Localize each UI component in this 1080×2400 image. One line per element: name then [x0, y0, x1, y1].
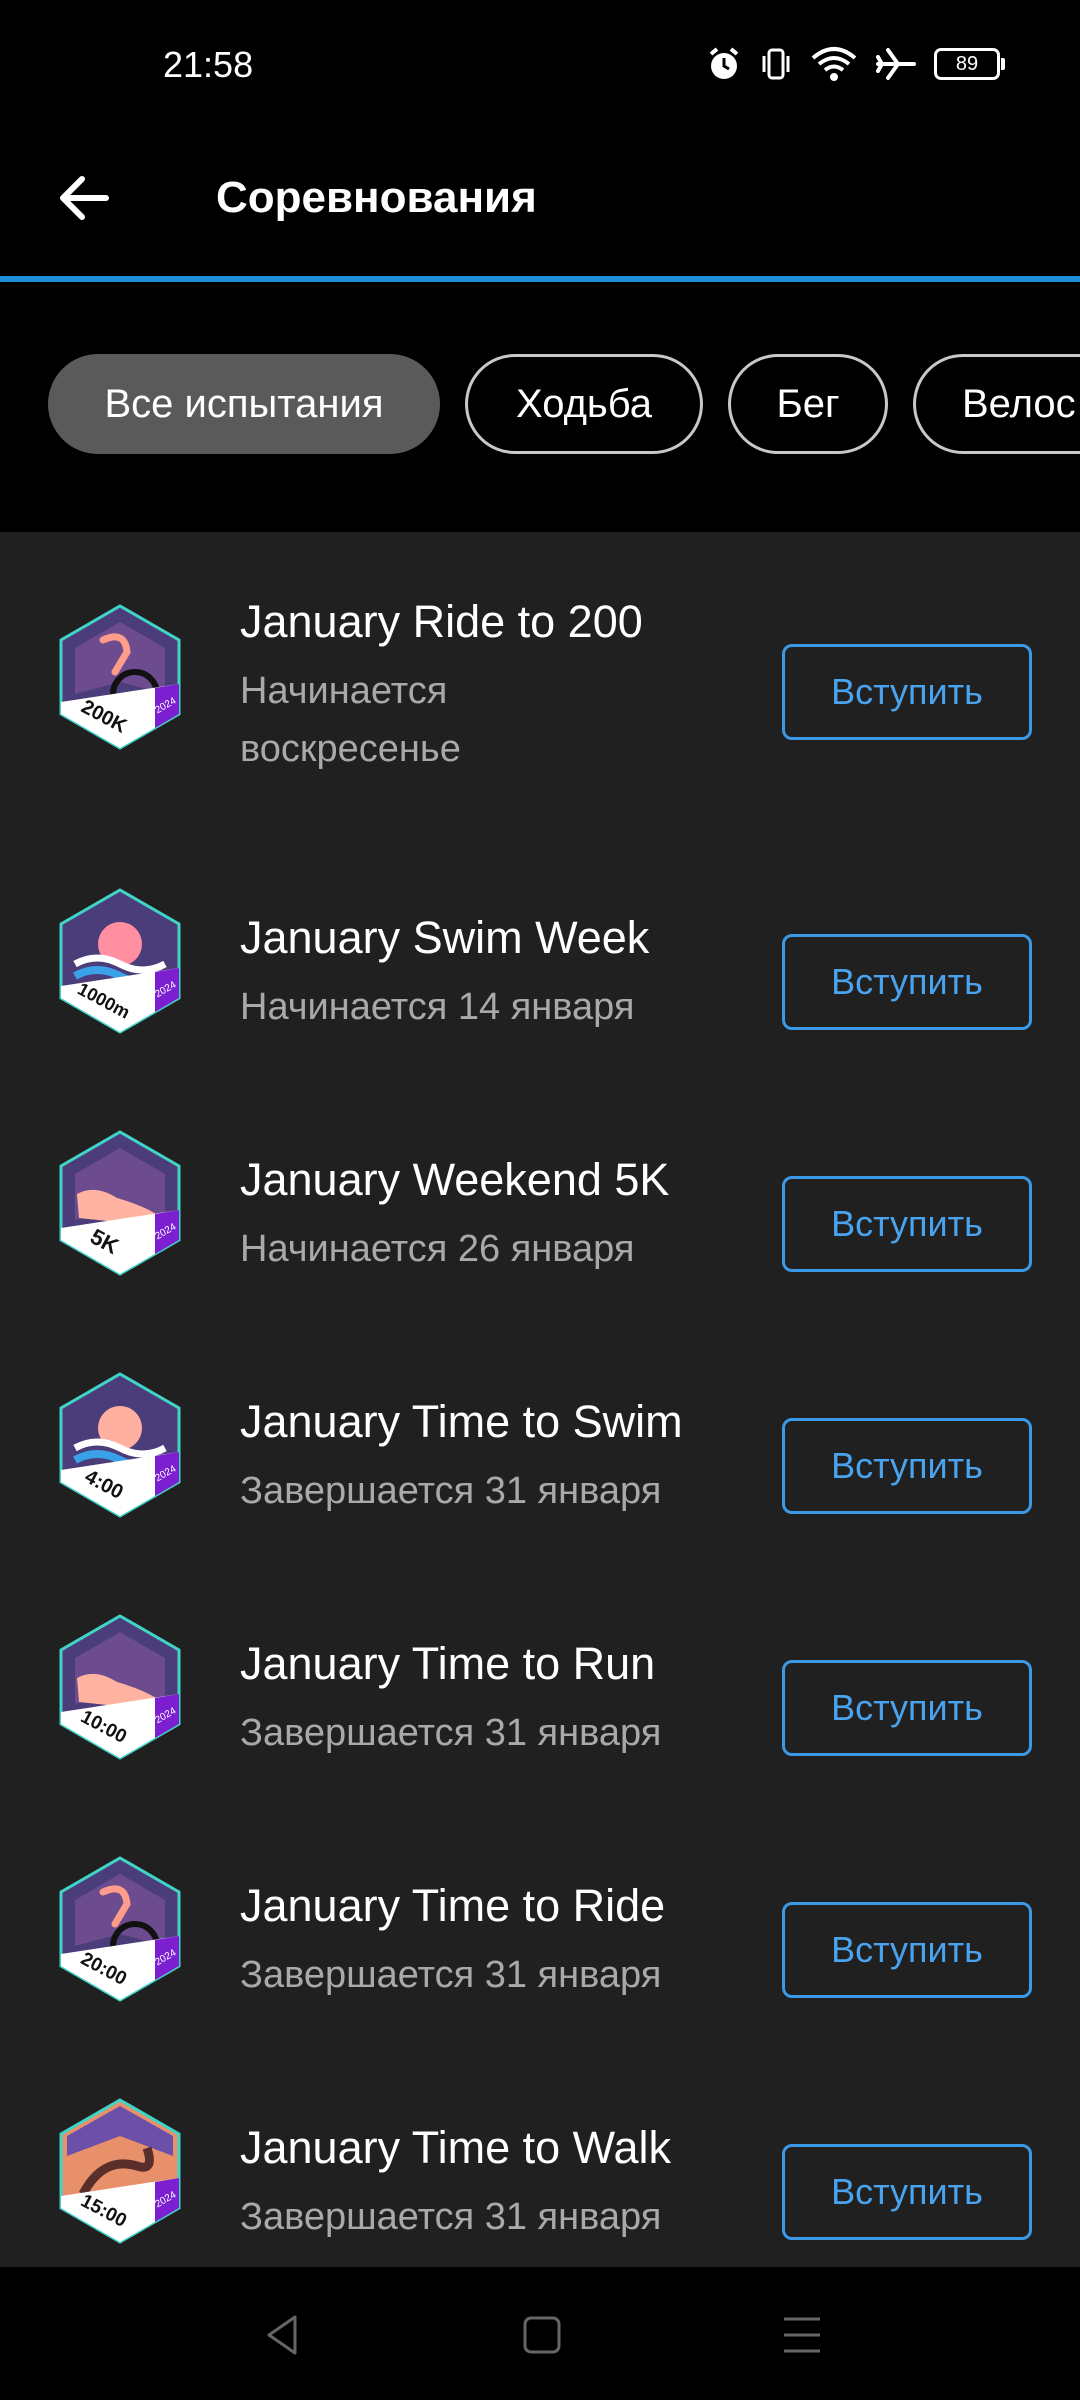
system-nav-bar	[0, 2267, 1080, 2400]
challenge-status: Завершается 31 января	[240, 1712, 662, 1754]
page-title: Соревнования	[216, 173, 537, 222]
list-item[interactable]: 15:00 2024 January Time to Walk Завершае…	[0, 2082, 1080, 2267]
chip-running[interactable]: Бег	[728, 354, 888, 454]
back-triangle-icon[interactable]	[253, 2305, 313, 2365]
status-icons: 89	[706, 46, 1005, 82]
challenge-status: Завершается 31 января	[240, 1954, 662, 1996]
join-button[interactable]: Вступить	[782, 1902, 1032, 1998]
challenge-status: Начинается 26 января	[240, 1228, 635, 1270]
list-item[interactable]: 10:00 2024 January Time to Run Завершает…	[0, 1598, 1080, 1808]
wifi-icon	[811, 47, 857, 81]
swimming-badge-icon: 1000m 2024	[59, 888, 181, 1034]
join-button[interactable]: Вступить	[782, 644, 1032, 740]
join-button[interactable]: Вступить	[782, 934, 1032, 1030]
swimming-badge-icon: 4:00 2024	[59, 1372, 181, 1518]
challenge-status: Начинается 14 января	[240, 986, 635, 1028]
challenge-name: January Swim Week	[240, 912, 650, 963]
challenge-name: January Time to Run	[240, 1638, 656, 1689]
join-button[interactable]: Вступить	[782, 2144, 1032, 2240]
running-badge-icon: 10:00 2024	[59, 1614, 181, 1760]
status-bar: 21:58 89	[0, 0, 1080, 136]
challenge-status: Начинается	[240, 670, 448, 712]
app-bar: Соревнования	[0, 136, 1080, 276]
challenge-name: January Ride to 200	[240, 596, 643, 647]
challenge-list: 200K 2024 January Ride to 200 Начинается…	[0, 532, 1080, 2267]
join-button[interactable]: Вступить	[782, 1660, 1032, 1756]
battery-level: 89	[955, 52, 979, 75]
walking-badge-icon: 15:00 2024	[59, 2098, 181, 2244]
list-item[interactable]: 1000m 2024 January Swim Week Начинается …	[0, 872, 1080, 1082]
challenge-name: January Time to Ride	[240, 1880, 666, 1931]
challenge-status: Завершается 31 января	[240, 1470, 662, 1512]
challenge-name: January Time to Swim	[240, 1396, 683, 1447]
status-time: 21:58	[163, 44, 254, 85]
cycling-badge-icon: 200K 2024	[59, 604, 181, 750]
arrow-left-icon[interactable]	[52, 166, 116, 230]
alarm-icon	[709, 47, 739, 79]
chip-cycling[interactable]: Велос	[913, 354, 1080, 454]
challenge-name: January Weekend 5K	[240, 1154, 670, 1205]
menu-lines-icon[interactable]	[772, 2305, 832, 2365]
join-button[interactable]: Вступить	[782, 1176, 1032, 1272]
challenge-status-line2: воскресенье	[240, 728, 461, 770]
running-badge-icon: 5K 2024	[59, 1130, 181, 1276]
vibrate-icon	[762, 48, 790, 80]
filter-chips: Все испытания Ходьба Бег Велос	[0, 282, 1080, 532]
list-item[interactable]: 4:00 2024 January Time to Swim Завершает…	[0, 1356, 1080, 1566]
list-item[interactable]: 5K 2024 January Weekend 5K Начинается 26…	[0, 1114, 1080, 1324]
join-button[interactable]: Вступить	[782, 1418, 1032, 1514]
cycling-badge-icon: 20:00 2024	[59, 1856, 181, 2002]
chip-all-challenges[interactable]: Все испытания	[48, 354, 440, 454]
battery-icon: 89	[934, 48, 1005, 80]
airplane-icon	[876, 48, 916, 80]
challenge-name: January Time to Walk	[240, 2122, 671, 2173]
list-item[interactable]: 200K 2024 January Ride to 200 Начинается…	[0, 572, 1080, 822]
list-item[interactable]: 20:00 2024 January Time to Ride Завершае…	[0, 1840, 1080, 2050]
challenge-status: Завершается 31 января	[240, 2196, 662, 2238]
home-square-icon[interactable]	[512, 2305, 572, 2365]
chip-walking[interactable]: Ходьба	[465, 354, 703, 454]
